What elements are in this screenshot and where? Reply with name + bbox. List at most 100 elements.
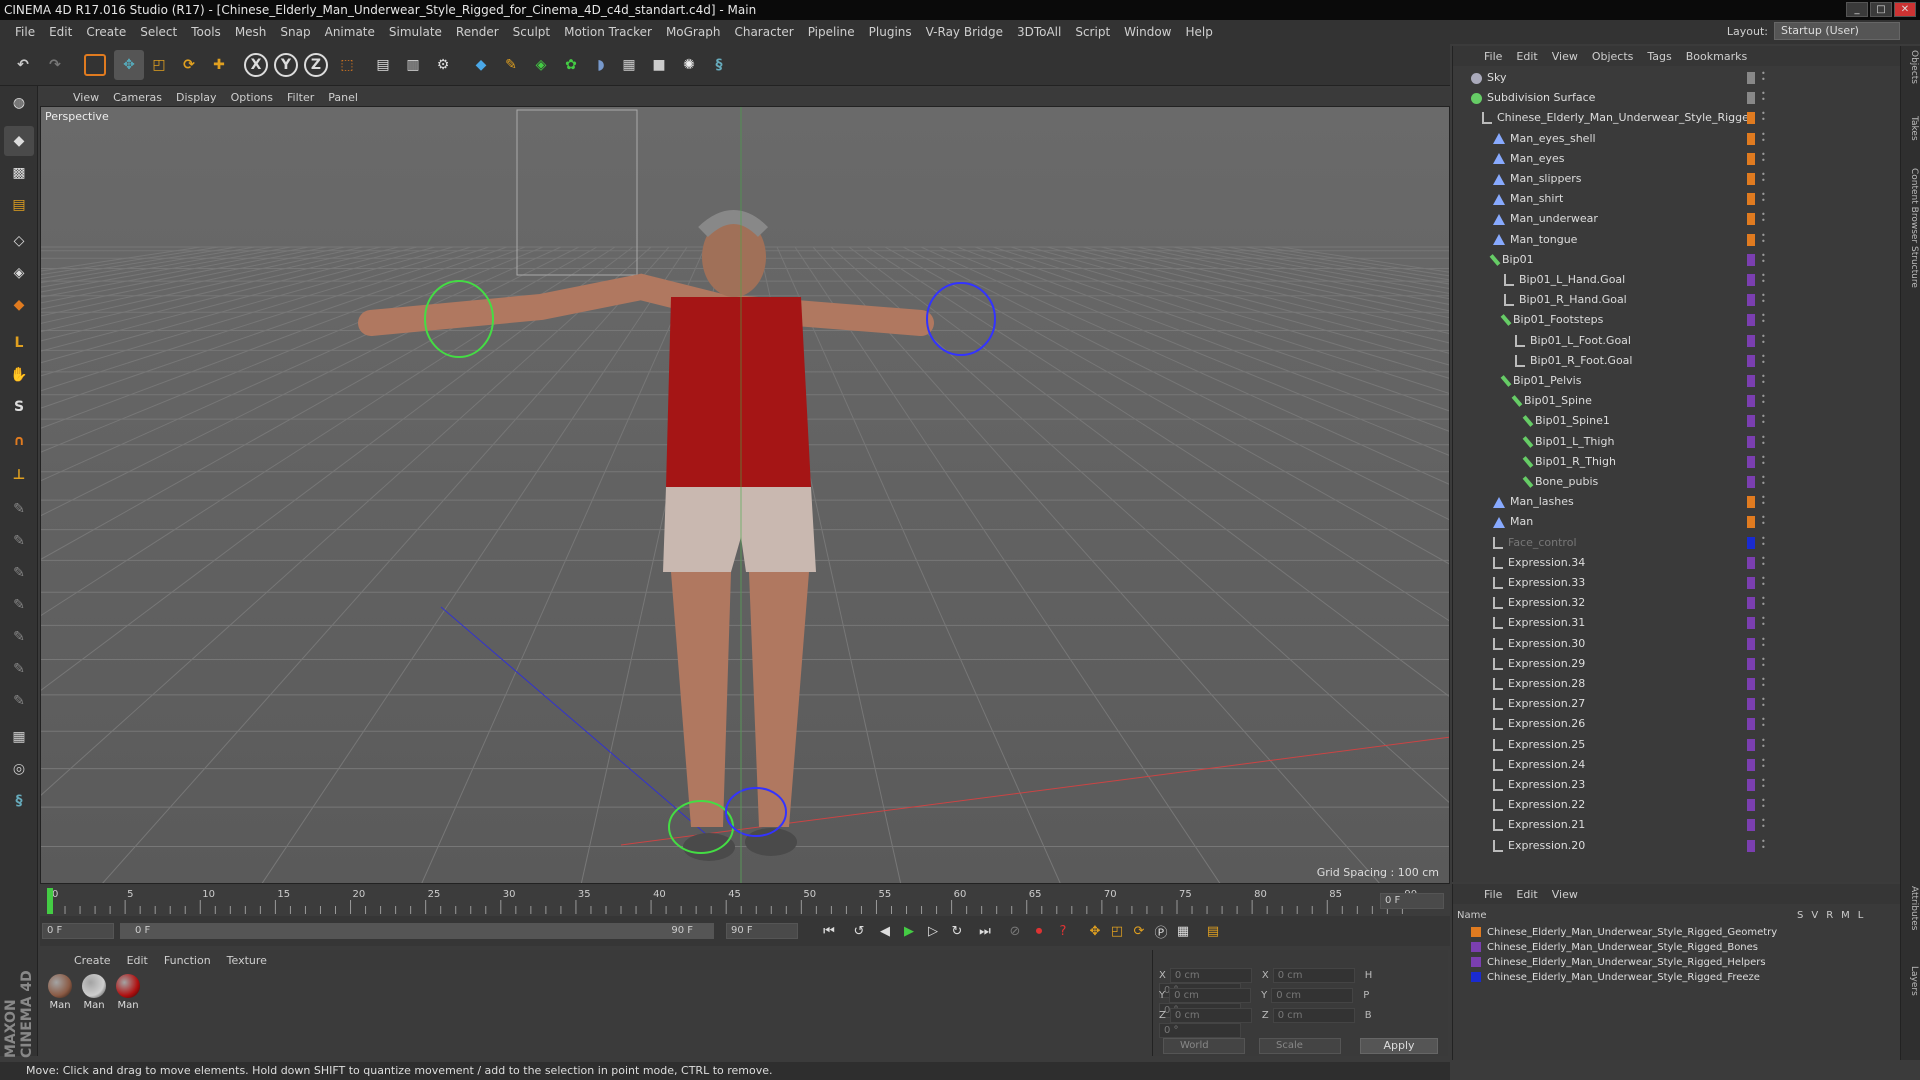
material-thumbnail[interactable]: Man: [80, 974, 108, 1011]
sculpt-grab-icon[interactable]: ✎: [4, 654, 34, 684]
layer-color-swatch[interactable]: [1747, 657, 1755, 670]
layer-color-swatch[interactable]: [1747, 698, 1755, 711]
coordinate-field[interactable]: 0 °: [1159, 1023, 1241, 1038]
record-keys-icon[interactable]: ⊘: [1004, 920, 1026, 942]
object-row[interactable]: Bip01_Spine1 • •: [1453, 411, 1893, 431]
tweak-mode-icon[interactable]: ✋: [4, 360, 34, 390]
undo-icon[interactable]: ↶: [8, 50, 38, 80]
object-row[interactable]: Bip01_L_Hand.Goal • •: [1453, 270, 1893, 290]
axis-mode-icon[interactable]: L: [4, 328, 34, 358]
layer-color-swatch[interactable]: [1747, 253, 1755, 266]
layer-color-swatch[interactable]: [1747, 577, 1755, 589]
spline-pen-icon[interactable]: ✎: [496, 50, 526, 80]
visibility-dots-icon[interactable]: • •: [1761, 554, 1766, 568]
visibility-dots-icon[interactable]: • •: [1761, 393, 1766, 407]
make-editable-icon[interactable]: ◍: [4, 88, 34, 118]
layer-color-swatch[interactable]: [1747, 819, 1755, 832]
transform-tool-icon[interactable]: ✚: [204, 50, 234, 80]
layer-color-swatch[interactable]: [1747, 455, 1755, 468]
visibility-dots-icon[interactable]: • •: [1761, 676, 1766, 690]
cube-icon[interactable]: ◆: [466, 50, 496, 80]
viewport-menu-item-cameras[interactable]: Cameras: [106, 91, 169, 104]
viewport-menu-item-display[interactable]: Display: [169, 91, 224, 104]
previous-key-icon[interactable]: ↺: [848, 920, 870, 942]
layer-row[interactable]: Chinese_Elderly_Man_Underwear_Style_Rigg…: [1471, 926, 1777, 940]
key-pla-icon[interactable]: ▦: [1172, 920, 1194, 942]
visibility-dots-icon[interactable]: • •: [1761, 110, 1766, 124]
texture-mode-icon[interactable]: ▩: [4, 158, 34, 188]
object-row[interactable]: Expression.20 • •: [1453, 836, 1893, 856]
layer-row[interactable]: Chinese_Elderly_Man_Underwear_Style_Rigg…: [1471, 941, 1758, 955]
visibility-dots-icon[interactable]: • •: [1761, 736, 1766, 750]
coordinate-field[interactable]: 0 cm: [1169, 1008, 1252, 1023]
visibility-dots-icon[interactable]: • •: [1761, 797, 1766, 811]
menu-item-mograph[interactable]: MoGraph: [659, 25, 728, 39]
menu-item-animate[interactable]: Animate: [318, 25, 382, 39]
side-tab-layers[interactable]: Layers: [1903, 966, 1919, 996]
timeline-ruler[interactable]: 051015202530354045505560657075808590 0 F: [40, 886, 1450, 916]
rotate-tool-icon[interactable]: ⟳: [174, 50, 204, 80]
visibility-dots-icon[interactable]: • •: [1761, 352, 1766, 366]
menu-item-edit[interactable]: Edit: [42, 25, 79, 39]
visibility-dots-icon[interactable]: • •: [1761, 90, 1766, 104]
object-row[interactable]: Expression.25 • •: [1453, 735, 1893, 755]
object-row[interactable]: Bip01_R_Foot.Goal • •: [1453, 351, 1893, 371]
object-row[interactable]: Bip01_R_Hand.Goal • •: [1453, 290, 1893, 310]
next-frame-icon[interactable]: ▷: [922, 920, 944, 942]
sculpt-pull-icon[interactable]: ✎: [4, 526, 34, 556]
visibility-dots-icon[interactable]: • •: [1761, 433, 1766, 447]
coordinate-field[interactable]: 0 cm: [1169, 988, 1252, 1003]
object-menu-item-file[interactable]: File: [1477, 50, 1509, 63]
sculpt-smooth-icon[interactable]: ✎: [4, 558, 34, 588]
edges-mode-icon[interactable]: ◈: [4, 258, 34, 288]
mograph-cloner-icon[interactable]: ✿: [556, 50, 586, 80]
workplane-axis-icon[interactable]: ⊥: [4, 460, 34, 490]
visibility-dots-icon[interactable]: • •: [1761, 514, 1766, 528]
x-axis-icon[interactable]: X: [244, 53, 268, 77]
object-row[interactable]: Bip01_Spine • •: [1453, 391, 1893, 411]
object-row[interactable]: Chinese_Elderly_Man_Underwear_Style_Rigg…: [1453, 108, 1893, 128]
go-to-end-icon[interactable]: ⏭: [974, 920, 996, 942]
object-row[interactable]: Man_slippers • •: [1453, 169, 1893, 189]
material-menu-item-edit[interactable]: Edit: [119, 954, 156, 967]
menu-item-help[interactable]: Help: [1178, 25, 1219, 39]
viewport-menu-item-view[interactable]: View: [66, 91, 106, 104]
visibility-dots-icon[interactable]: • •: [1761, 474, 1766, 488]
object-menu-item-objects[interactable]: Objects: [1585, 50, 1641, 63]
live-selection-icon[interactable]: [84, 54, 106, 76]
previous-frame-icon[interactable]: ◀: [874, 920, 896, 942]
sculpt-brush-icon[interactable]: ✎: [4, 494, 34, 524]
layout-dropdown[interactable]: Startup (User): [1774, 22, 1900, 40]
polygons-mode-icon[interactable]: ◆: [4, 290, 34, 320]
layer-color-swatch[interactable]: [1747, 72, 1755, 84]
visibility-dots-icon[interactable]: • •: [1761, 211, 1766, 225]
object-row[interactable]: Bip01_Footsteps • •: [1453, 310, 1893, 330]
layer-menu-item-view[interactable]: View: [1545, 888, 1585, 901]
menu-item-select[interactable]: Select: [133, 25, 184, 39]
object-row[interactable]: Man_eyes • •: [1453, 149, 1893, 169]
menu-item-plugins[interactable]: Plugins: [862, 25, 919, 39]
object-row[interactable]: Face_control • •: [1453, 533, 1893, 553]
object-row[interactable]: Expression.34 • •: [1453, 553, 1893, 573]
object-row[interactable]: Expression.27 • •: [1453, 694, 1893, 714]
object-row[interactable]: Expression.26 • •: [1453, 714, 1893, 734]
sculpt-inflate-icon[interactable]: ✎: [4, 590, 34, 620]
layer-color-swatch[interactable]: [1747, 738, 1755, 751]
layer-color-swatch[interactable]: [1747, 516, 1755, 529]
menu-item-file[interactable]: File: [8, 25, 42, 39]
object-row[interactable]: Expression.32 • •: [1453, 593, 1893, 613]
object-menu-item-view[interactable]: View: [1545, 50, 1585, 63]
coordinate-field[interactable]: 0 cm: [1272, 968, 1355, 983]
object-row[interactable]: Bip01_R_Thigh • •: [1453, 452, 1893, 472]
material-thumbnail[interactable]: Man: [46, 974, 74, 1011]
layer-color-swatch[interactable]: [1747, 92, 1755, 105]
object-row[interactable]: Bip01 • •: [1453, 250, 1893, 270]
visibility-dots-icon[interactable]: • •: [1761, 494, 1766, 508]
autokey-icon[interactable]: ⏺: [1028, 920, 1050, 942]
layer-color-swatch[interactable]: [1747, 294, 1755, 307]
layer-menu-item-edit[interactable]: Edit: [1509, 888, 1544, 901]
layer-color-swatch[interactable]: [1747, 637, 1755, 650]
visibility-dots-icon[interactable]: • •: [1761, 191, 1766, 205]
viewport-menu-item-options[interactable]: Options: [224, 91, 280, 104]
timeline-playhead[interactable]: [47, 888, 53, 914]
